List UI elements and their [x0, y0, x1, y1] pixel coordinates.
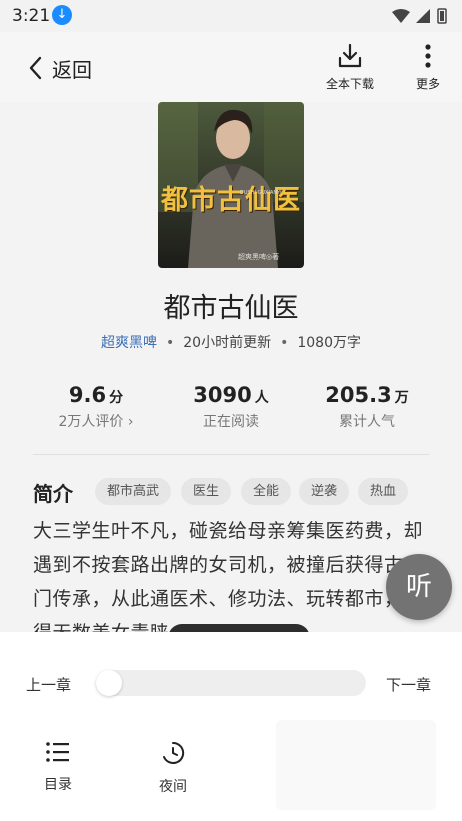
- book-title: 都市古仙医: [163, 293, 299, 324]
- chevron-left-icon: [29, 56, 42, 80]
- readers-stat: 3090 人 正在阅读: [166, 383, 296, 431]
- toc-button[interactable]: 目录: [28, 740, 88, 794]
- listen-button[interactable]: 听: [386, 554, 452, 620]
- author-link[interactable]: 超爽黑啤: [101, 335, 157, 351]
- download-icon: [338, 43, 362, 68]
- intro-heading: 简介: [33, 482, 73, 506]
- rating-stat[interactable]: 9.6 分 2万人评价 ›: [31, 383, 161, 431]
- download-all-label: 全本下载: [326, 77, 375, 91]
- night-icon: [163, 741, 185, 764]
- top-bar: 返回 全本下载 更多: [0, 32, 462, 102]
- more-label: 更多: [415, 77, 440, 91]
- popularity-stat: 205.3 万 累计人气: [302, 383, 432, 431]
- book-meta: 超爽黑啤 • 20小时前更新 • 1080万字: [0, 332, 462, 352]
- more-vertical-icon: [425, 44, 431, 68]
- toc-label: 目录: [44, 777, 72, 793]
- book-detail: 都市古仙医 DUSHI GUXIANYI 超爽黑啤◎著 都市古仙医 超爽黑啤 • 2…: [0, 102, 462, 644]
- rating-unit: 分: [109, 390, 124, 406]
- next-chapter-button[interactable]: 下一章: [386, 674, 431, 695]
- cover-title: 都市古仙医: [161, 185, 301, 216]
- list-icon: [46, 742, 69, 762]
- tag-chip[interactable]: 逆袭: [299, 478, 350, 505]
- intro-line: 门传承，从此通医术、修功法、玩转都市，: [33, 588, 404, 610]
- night-label: 夜间: [159, 779, 187, 795]
- rating-count: 2万人评价 ›: [58, 414, 134, 430]
- cover-author-note: 超爽黑啤◎著: [238, 253, 280, 261]
- popularity-value: 205.3: [325, 383, 392, 407]
- signal-battery-icon: [392, 8, 447, 24]
- rating-value: 9.6: [68, 383, 107, 407]
- tag-chip[interactable]: 热血: [358, 478, 409, 505]
- popularity-label: 累计人气: [339, 414, 395, 430]
- readers-unit: 人: [254, 390, 269, 406]
- readers-label: 正在阅读: [203, 414, 259, 430]
- prev-chapter-button[interactable]: 上一章: [26, 674, 71, 695]
- readers-value: 3090: [193, 383, 252, 407]
- cover-pinyin: DUSHI GUXIANYI: [240, 190, 282, 196]
- separator-dot: •: [166, 335, 175, 351]
- status-time: 3:21: [12, 6, 51, 26]
- tag-chip[interactable]: 都市高武: [95, 478, 172, 505]
- status-bar: 3:21 ↓: [0, 0, 462, 32]
- download-all-button[interactable]: 全本下载: [326, 42, 374, 92]
- back-label: 返回: [52, 57, 92, 82]
- slider-handle[interactable]: [96, 670, 122, 696]
- download-notification-icon: ↓: [52, 5, 72, 25]
- blurred-region: [276, 720, 436, 810]
- separator-dot: •: [280, 335, 289, 351]
- divider: [33, 454, 429, 455]
- chapter-progress-slider[interactable]: [96, 670, 366, 696]
- night-mode-button[interactable]: 夜间: [143, 740, 203, 796]
- book-cover[interactable]: 都市古仙医 DUSHI GUXIANYI 超爽黑啤◎著: [158, 102, 304, 268]
- more-button[interactable]: 更多: [414, 42, 442, 92]
- status-icons: [390, 6, 450, 30]
- update-time: 20小时前更新: [183, 335, 272, 351]
- intro-line: 大三学生叶不凡，碰瓷给母亲筹集医药费，却: [33, 520, 424, 542]
- word-count: 1080万字: [297, 335, 361, 351]
- tag-chip[interactable]: 医生: [181, 478, 232, 505]
- intro-line: 遇到不按套路出牌的女司机，被撞后获得古: [33, 554, 404, 576]
- back-button[interactable]: 返回: [28, 52, 92, 84]
- popularity-unit: 万: [394, 390, 409, 406]
- tag-chip[interactable]: 全能: [241, 478, 292, 505]
